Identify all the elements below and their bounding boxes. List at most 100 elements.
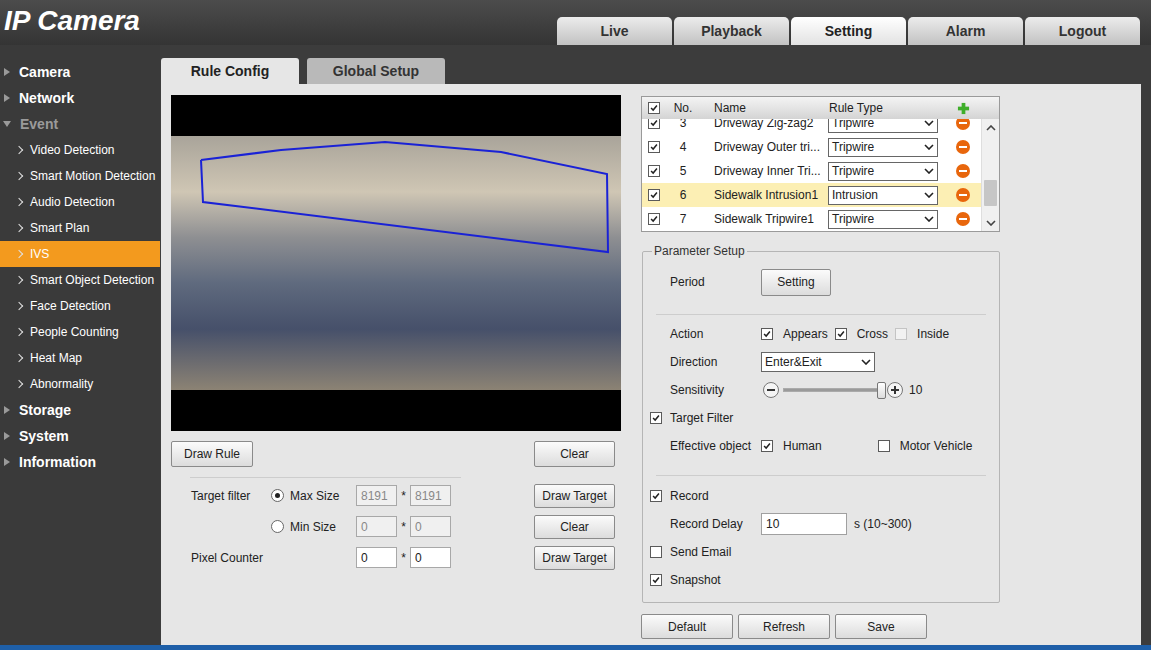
sidebar-item[interactable]: Network [0, 85, 160, 111]
sidebar-item[interactable]: Camera [0, 59, 160, 85]
sidebar-item[interactable]: Storage [0, 397, 160, 423]
rule-row[interactable]: 4Driveway Outer tri...Tripwire [642, 135, 981, 159]
option-label: Human [783, 439, 822, 453]
draw-rule-button[interactable]: Draw Rule [171, 441, 253, 467]
sidebar-item[interactable]: Information [0, 449, 160, 475]
nav-tab[interactable]: Setting [791, 17, 906, 45]
dropdown-icon [924, 216, 934, 222]
sidebar-item[interactable]: IVS [0, 241, 160, 267]
object-option[interactable]: Human [761, 439, 822, 453]
rule-row[interactable]: 3Driveway Zig-zag2Tripwire [642, 119, 981, 135]
draw-target-button[interactable]: Draw Target [534, 546, 615, 570]
height-input[interactable]: 8191 [410, 485, 451, 506]
scroll-thumb[interactable] [984, 180, 997, 206]
scroll-track [982, 136, 999, 214]
slider-track[interactable] [783, 388, 883, 392]
rule-checkbox[interactable] [648, 141, 660, 153]
sub-tab[interactable]: Global Setup [307, 58, 445, 84]
checkbox[interactable] [835, 328, 847, 340]
scrollbar[interactable] [981, 119, 999, 231]
action-option[interactable]: Inside [895, 327, 949, 341]
height-input[interactable]: 0 [410, 516, 451, 537]
rule-type-select[interactable]: Intrusion [828, 186, 938, 205]
clear-button[interactable]: Clear [534, 441, 615, 467]
sidebar-label: Smart Motion Detection [30, 169, 155, 183]
scroll-up-icon[interactable] [982, 119, 999, 136]
checkbox[interactable] [650, 412, 662, 424]
remove-rule-icon[interactable] [956, 212, 970, 226]
decrease-icon[interactable] [763, 382, 779, 398]
rule-checkbox[interactable] [648, 189, 660, 201]
rule-type-select[interactable]: Tripwire [828, 162, 938, 181]
sidebar-label: Smart Object Detection [30, 273, 154, 287]
remove-rule-icon[interactable] [956, 140, 970, 154]
dropdown-icon [924, 144, 934, 150]
record-delay-input[interactable]: 10 [761, 513, 847, 535]
period-setting-button[interactable]: Setting [761, 269, 831, 296]
remove-rule-icon[interactable] [956, 188, 970, 202]
sidebar-item[interactable]: Face Detection [0, 293, 160, 319]
action-option[interactable]: Appears [761, 327, 828, 341]
sidebar-item[interactable]: Smart Motion Detection [0, 163, 160, 189]
checkbox[interactable] [650, 546, 662, 558]
sidebar-item[interactable]: Audio Detection [0, 189, 160, 215]
check-icon [649, 102, 659, 114]
size-radio[interactable]: Min Size [271, 520, 356, 534]
rule-checkbox[interactable] [648, 119, 660, 129]
footer-button[interactable]: Save [835, 614, 927, 639]
height-input[interactable]: 0 [410, 547, 451, 568]
target-filter-row: Min Size0*0Clear [171, 511, 621, 542]
rule-type-select[interactable]: Tripwire [828, 210, 938, 229]
object-option[interactable]: Motor Vehicle [878, 439, 973, 453]
target-button[interactable]: Draw Target [534, 484, 615, 508]
chevron-icon [15, 380, 23, 388]
checkbox[interactable] [650, 490, 662, 502]
nav-tab[interactable]: Alarm [908, 17, 1023, 45]
rule-row[interactable]: 5Driveway Inner Tri...Tripwire [642, 159, 981, 183]
add-rule-icon[interactable] [957, 102, 970, 115]
checkbox[interactable] [650, 574, 662, 586]
width-input[interactable]: 0 [356, 516, 397, 537]
target-button[interactable]: Clear [534, 515, 615, 539]
size-radio[interactable]: Max Size [271, 489, 356, 503]
action-option[interactable]: Cross [835, 327, 888, 341]
width-input[interactable]: 0 [356, 547, 397, 568]
remove-rule-icon[interactable] [956, 119, 970, 130]
sidebar-item[interactable]: Video Detection [0, 137, 160, 163]
slider-thumb[interactable] [877, 382, 886, 399]
sidebar-item[interactable]: Event [0, 111, 160, 137]
sidebar-item[interactable]: People Counting [0, 319, 160, 345]
direction-select[interactable]: Enter&Exit [761, 352, 875, 372]
sidebar-item[interactable]: Smart Plan [0, 215, 160, 241]
rule-type-select[interactable]: Tripwire [828, 119, 938, 133]
sidebar-item[interactable]: Abnormality [0, 371, 160, 397]
rule-row[interactable]: 6Sidewalk Intrusion1Intrusion [642, 183, 981, 207]
option-label: Inside [917, 327, 949, 341]
sidebar-item[interactable]: Smart Object Detection [0, 267, 160, 293]
footer-button[interactable]: Refresh [738, 614, 830, 639]
checkbox[interactable] [761, 328, 773, 340]
scroll-down-icon[interactable] [982, 214, 999, 231]
header-cell: Name [700, 101, 827, 115]
rule-type-select[interactable]: Tripwire [828, 138, 938, 157]
sidebar-item[interactable]: Heat Map [0, 345, 160, 371]
logo: IP Camera [0, 5, 140, 37]
nav-tab[interactable]: Playback [674, 17, 789, 45]
checkbox[interactable] [761, 440, 773, 452]
rule-row[interactable]: 7Sidewalk Tripwire1Tripwire [642, 207, 981, 231]
width-input[interactable]: 8191 [356, 485, 397, 506]
sub-tab[interactable]: Rule Config [161, 58, 299, 84]
send-email-row: Send Email [650, 538, 992, 566]
increase-icon[interactable] [887, 382, 903, 398]
rule-checkbox[interactable] [648, 213, 660, 225]
footer-button[interactable]: Default [641, 614, 733, 639]
select-all-checkbox[interactable] [648, 102, 660, 114]
checkbox[interactable] [878, 440, 890, 452]
nav-tab[interactable]: Logout [1025, 17, 1140, 45]
rule-checkbox[interactable] [648, 165, 660, 177]
checkbox[interactable] [895, 328, 907, 340]
sidebar-item[interactable]: System [0, 423, 160, 449]
record-row: Record [650, 482, 992, 510]
remove-rule-icon[interactable] [956, 164, 970, 178]
nav-tab[interactable]: Live [557, 17, 672, 45]
